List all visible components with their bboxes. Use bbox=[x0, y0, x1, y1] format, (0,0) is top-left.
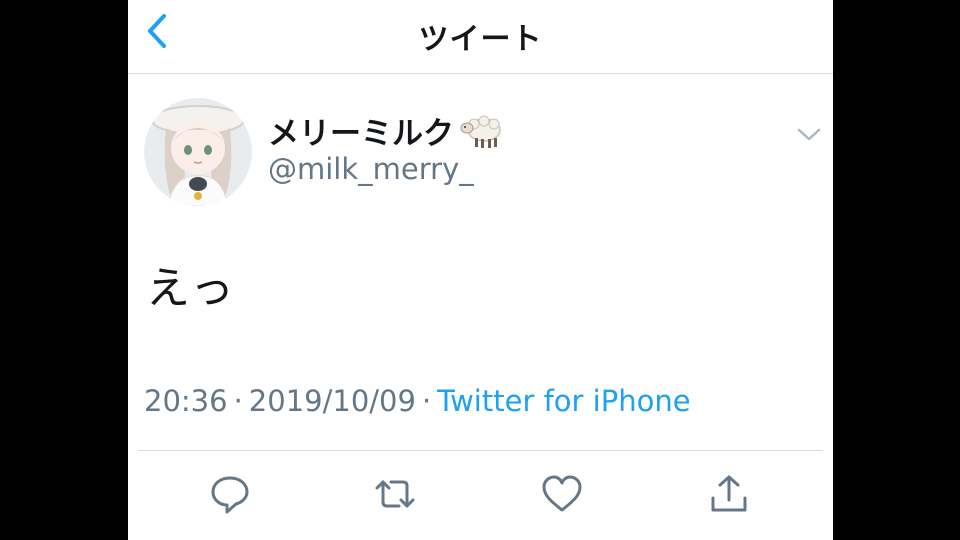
display-name-row[interactable]: メリーミルク bbox=[268, 108, 504, 152]
metadata-separator: · bbox=[233, 384, 243, 418]
divider bbox=[138, 450, 823, 451]
reply-icon bbox=[211, 476, 249, 514]
chevron-down-icon bbox=[797, 128, 821, 141]
tweet-metadata: 20:36 · 2019/10/09 · Twitter for iPhone bbox=[144, 384, 691, 418]
retweet-icon bbox=[375, 480, 415, 508]
retweet-button[interactable] bbox=[373, 472, 417, 516]
like-button[interactable] bbox=[540, 472, 584, 516]
tweet-date: 2019/10/09 bbox=[248, 384, 416, 418]
tweet-text: えっ bbox=[146, 263, 234, 314]
tweet-detail-view: ツイート メリーミルク @milk_merry_ えっ 20:36 · 2019… bbox=[128, 0, 833, 540]
more-options-button[interactable] bbox=[793, 118, 825, 150]
reply-button[interactable] bbox=[208, 472, 252, 516]
avatar[interactable] bbox=[144, 98, 252, 206]
page-title: ツイート bbox=[418, 22, 543, 57]
share-icon bbox=[711, 475, 747, 512]
display-name: メリーミルク bbox=[268, 115, 454, 152]
avatar-illustration bbox=[144, 98, 252, 206]
navigation-bar: ツイート bbox=[128, 0, 833, 74]
screen: ツイート メリーミルク @milk_merry_ えっ 20:36 · 2019… bbox=[0, 0, 960, 540]
user-handle[interactable]: @milk_merry_ bbox=[268, 152, 474, 186]
metadata-separator: · bbox=[421, 384, 432, 418]
heart-icon bbox=[542, 475, 582, 512]
tweet-time: 20:36 bbox=[144, 384, 228, 418]
share-button[interactable] bbox=[707, 472, 751, 516]
tweet-source-link[interactable]: Twitter for iPhone bbox=[437, 384, 690, 418]
sheep-emoji-icon bbox=[460, 115, 501, 148]
